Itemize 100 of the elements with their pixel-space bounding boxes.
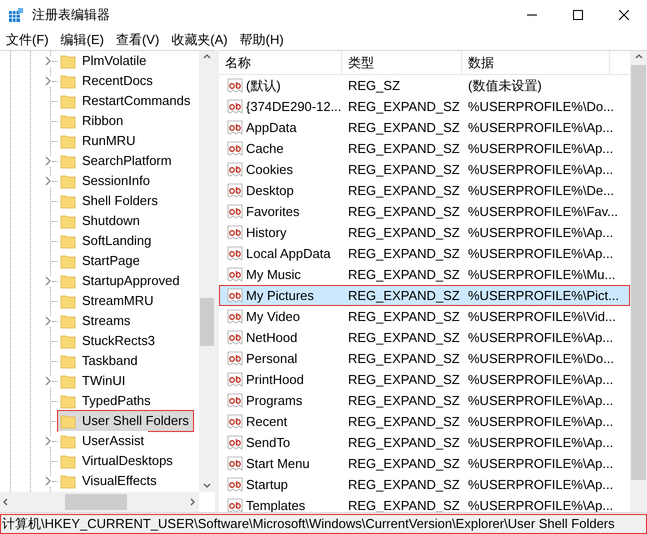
value-row[interactable]: Local AppData REG_EXPAND_SZ %USERPROFILE%\Ap... <box>219 243 630 264</box>
expand-arrow-icon[interactable] <box>44 476 52 486</box>
value-row[interactable]: My Video REG_EXPAND_SZ %USERPROFILE%\Vid... <box>219 306 630 327</box>
menu-item[interactable]: 收藏夹(A) <box>165 30 234 50</box>
value-name: SendTo <box>246 434 290 452</box>
value-name: Start Menu <box>246 454 310 473</box>
value-data: %USERPROFILE%\Fav... <box>467 202 620 221</box>
value-name: PrintHood <box>246 370 304 389</box>
value-row[interactable]: My Music REG_EXPAND_SZ %USERPROFILE%\Mu... <box>219 264 630 285</box>
scroll-thumb[interactable] <box>65 494 127 510</box>
value-row[interactable]: Desktop REG_EXPAND_SZ %USERPROFILE%\De... <box>219 180 630 201</box>
expand-arrow-icon[interactable] <box>44 176 52 186</box>
value-row[interactable]: (默认) REG_SZ (数值未设置) <box>219 75 630 96</box>
folder-icon <box>60 253 76 269</box>
value-type: REG_EXPAND_SZ <box>347 118 461 137</box>
value-row[interactable]: Programs REG_EXPAND_SZ %USERPROFILE%\Ap... <box>219 390 630 411</box>
value-type: REG_EXPAND_SZ <box>347 160 461 179</box>
value-data: %USERPROFILE%\Ap... <box>467 392 614 410</box>
string-value-icon <box>227 434 243 450</box>
vertical-scrollbar[interactable] <box>199 51 215 492</box>
folder-icon <box>60 393 76 409</box>
expand-arrow-icon[interactable] <box>44 376 52 386</box>
value-name: Startup <box>246 476 288 494</box>
expand-arrow-icon[interactable] <box>44 316 52 326</box>
scroll-thumb[interactable] <box>631 65 646 480</box>
value-row[interactable]: NetHood REG_EXPAND_SZ %USERPROFILE%\Ap... <box>219 327 630 348</box>
string-value-icon <box>227 224 243 240</box>
string-value-icon <box>227 330 243 346</box>
value-row[interactable]: My Pictures REG_EXPAND_SZ %USERPROFILE%\Pict... <box>219 285 630 306</box>
menu-item[interactable]: 查看(V) <box>110 30 166 50</box>
vertical-scrollbar[interactable] <box>630 51 647 512</box>
value-row[interactable]: Favorites REG_EXPAND_SZ %USERPROFILE%\Fav... <box>219 201 630 222</box>
value-name: AppData <box>246 118 297 137</box>
string-value-icon <box>227 498 243 512</box>
value-type: REG_EXPAND_SZ <box>347 434 461 452</box>
value-row[interactable]: Start Menu REG_EXPAND_SZ %USERPROFILE%\Ap... <box>219 453 630 474</box>
value-row[interactable]: SendTo REG_EXPAND_SZ %USERPROFILE%\Ap... <box>219 432 630 453</box>
value-type: REG_SZ <box>347 76 402 95</box>
column-header[interactable]: 名称 <box>219 51 342 74</box>
value-row[interactable]: AppData REG_EXPAND_SZ %USERPROFILE%\Ap... <box>219 117 630 138</box>
value-row[interactable]: Recent REG_EXPAND_SZ %USERPROFILE%\Ap... <box>219 411 630 432</box>
value-name: (默认) <box>246 76 281 95</box>
string-value-icon <box>227 120 243 136</box>
value-row[interactable]: Cache REG_EXPAND_SZ %USERPROFILE%\Ap... <box>219 138 630 159</box>
value-name: My Video <box>246 308 300 326</box>
scroll-thumb[interactable] <box>200 298 214 346</box>
value-row[interactable]: Personal REG_EXPAND_SZ %USERPROFILE%\Do... <box>219 348 630 369</box>
string-value-icon <box>227 476 243 492</box>
menu-item[interactable]: 文件(F) <box>0 30 55 50</box>
close-icon <box>619 10 629 20</box>
value-type: REG_EXPAND_SZ <box>347 202 461 221</box>
value-type: REG_EXPAND_SZ <box>347 98 461 116</box>
value-type: REG_EXPAND_SZ <box>347 454 461 473</box>
value-data: %USERPROFILE%\Ap... <box>467 328 614 347</box>
folder-icon <box>60 93 76 109</box>
value-type: REG_EXPAND_SZ <box>347 224 461 242</box>
value-data: %USERPROFILE%\Ap... <box>467 476 614 494</box>
expand-arrow-icon[interactable] <box>44 76 52 86</box>
value-name: Personal <box>246 350 298 368</box>
value-type: REG_EXPAND_SZ <box>347 308 461 326</box>
string-value-icon <box>227 98 243 114</box>
value-name: Cookies <box>246 160 293 179</box>
registry-app-icon <box>8 7 24 23</box>
string-value-icon <box>227 78 243 94</box>
value-type: REG_EXPAND_SZ <box>347 392 461 410</box>
value-data: %USERPROFILE%\Vid... <box>467 308 617 326</box>
column-header[interactable]: 数据 <box>462 51 610 74</box>
horizontal-scrollbar[interactable] <box>0 492 199 512</box>
expand-arrow-icon[interactable] <box>44 436 52 446</box>
folder-icon <box>60 73 76 89</box>
string-value-icon <box>227 456 243 472</box>
folder-icon <box>60 133 76 149</box>
expand-arrow-icon[interactable] <box>44 156 52 166</box>
value-row[interactable]: Startup REG_EXPAND_SZ %USERPROFILE%\Ap... <box>219 474 630 495</box>
string-value-icon <box>227 308 243 324</box>
value-data: %USERPROFILE%\Ap... <box>467 454 614 473</box>
value-data: %USERPROFILE%\Pict... <box>467 286 620 305</box>
string-value-icon <box>227 266 243 282</box>
value-row[interactable]: PrintHood REG_EXPAND_SZ %USERPROFILE%\Ap... <box>219 369 630 390</box>
value-name: Cache <box>246 140 284 158</box>
folder-icon <box>60 113 76 129</box>
tree-item[interactable]: User Shell Folders <box>58 411 193 431</box>
status-path: 计算机\HKEY_CURRENT_USER\Software\Microsoft\Windows\CurrentVersion\Explorer\User Shell Folders <box>0 514 647 534</box>
value-row[interactable]: Cookies REG_EXPAND_SZ %USERPROFILE%\Ap... <box>219 159 630 180</box>
value-name: Programs <box>246 392 302 410</box>
menu-item[interactable]: 帮助(H) <box>234 30 290 50</box>
expand-arrow-icon[interactable] <box>44 56 52 66</box>
value-row[interactable]: {374DE290-12... REG_EXPAND_SZ %USERPROFILE%\Do... <box>219 96 630 117</box>
string-value-icon <box>227 246 243 262</box>
column-header[interactable]: 类型 <box>342 51 462 74</box>
window-title: 注册表编辑器 <box>32 6 110 24</box>
expand-arrow-icon[interactable] <box>44 276 52 286</box>
folder-icon <box>60 213 76 229</box>
string-value-icon <box>227 350 243 366</box>
value-name: History <box>246 224 286 242</box>
menu-item[interactable]: 编辑(E) <box>54 30 110 50</box>
string-value-icon <box>227 414 243 430</box>
value-data: %USERPROFILE%\Ap... <box>467 244 614 263</box>
value-row[interactable]: History REG_EXPAND_SZ %USERPROFILE%\Ap... <box>219 222 630 243</box>
folder-icon <box>60 273 76 289</box>
